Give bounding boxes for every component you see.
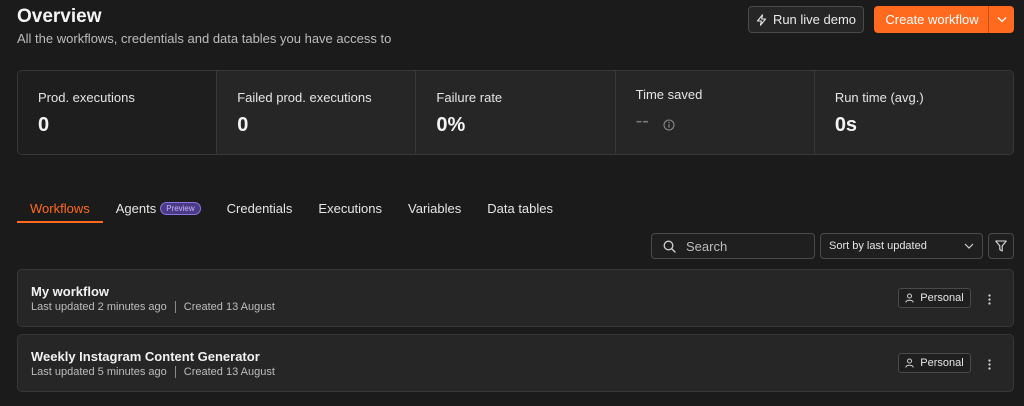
preview-badge: Preview	[160, 202, 201, 215]
stat-label: Failed prod. executions	[237, 90, 372, 105]
page-header: Overview All the workflows, credentials …	[17, 6, 391, 46]
run-live-demo-label: Run live demo	[772, 12, 857, 27]
workflow-card[interactable]: My workflow Last updated 2 minutes ago C…	[17, 269, 1014, 327]
stat-value: --	[635, 110, 649, 132]
tab-label: Variables	[408, 201, 462, 216]
info-icon[interactable]	[663, 118, 675, 131]
vertical-dots-icon	[987, 293, 991, 305]
search-box[interactable]	[651, 233, 815, 259]
owner-label: Personal	[920, 357, 964, 369]
workflow-name[interactable]: Weekly Instagram Content Generator	[31, 349, 260, 364]
tab-agents[interactable]: Agents Preview	[103, 196, 214, 223]
meta-divider	[174, 366, 176, 378]
owner-badge: Personal	[898, 288, 971, 308]
workflow-created: Created 13 August	[183, 301, 275, 313]
workflow-meta: Last updated 2 minutes ago Created 13 Au…	[31, 301, 275, 313]
create-workflow-button[interactable]: Create workflow	[874, 6, 1014, 33]
filter-button[interactable]	[988, 233, 1014, 259]
sort-select[interactable]: Sort by last updated	[820, 233, 983, 259]
stat-label: Time saved	[635, 87, 703, 102]
sort-value: Sort by last updated	[829, 240, 927, 252]
workflow-created: Created 13 August	[183, 366, 275, 378]
create-workflow-dropdown[interactable]	[988, 6, 1014, 33]
stat-value: 0%	[436, 114, 466, 136]
lightning-icon	[756, 13, 766, 26]
vertical-dots-icon	[987, 358, 991, 370]
stat-time-saved[interactable]: Time saved --	[614, 71, 814, 154]
meta-divider	[174, 301, 176, 313]
workflow-card[interactable]: Weekly Instagram Content Generator Last …	[17, 334, 1014, 392]
tab-variables[interactable]: Variables	[395, 196, 474, 223]
tab-executions[interactable]: Executions	[305, 196, 395, 223]
tab-data-tables[interactable]: Data tables	[474, 196, 566, 223]
stat-label: Failure rate	[436, 90, 503, 105]
stat-value-row: --	[636, 110, 794, 133]
stat-prod-executions[interactable]: Prod. executions 0	[18, 71, 217, 154]
search-input[interactable]	[686, 238, 796, 254]
tab-bar: Workflows Agents Preview Credentials Exe…	[17, 196, 566, 223]
tab-label: Executions	[318, 201, 383, 216]
stat-value: 0	[237, 114, 249, 136]
stat-run-time[interactable]: Run time (avg.) 0s	[813, 71, 1013, 154]
workflow-meta: Last updated 5 minutes ago Created 13 Au…	[31, 366, 275, 378]
chevron-down-icon	[997, 17, 1006, 23]
tab-credentials[interactable]: Credentials	[214, 196, 306, 223]
page-title: Overview	[17, 6, 102, 27]
tab-label: Data tables	[487, 201, 554, 216]
owner-badge: Personal	[898, 353, 971, 373]
create-workflow-main[interactable]: Create workflow	[874, 6, 988, 33]
stat-failed-prod-executions[interactable]: Failed prod. executions 0	[216, 71, 415, 154]
stats-panel: Prod. executions 0 Failed prod. executio…	[17, 70, 1014, 155]
stat-label: Run time (avg.)	[834, 90, 924, 105]
user-icon	[905, 358, 914, 368]
chevron-down-icon	[964, 243, 974, 249]
tab-label: Workflows	[30, 201, 90, 216]
create-workflow-label: Create workflow	[885, 12, 979, 27]
stat-label: Prod. executions	[38, 90, 135, 105]
owner-label: Personal	[920, 292, 964, 304]
run-live-demo-button[interactable]: Run live demo	[748, 6, 864, 33]
stat-value: 0	[38, 114, 50, 136]
search-icon	[663, 240, 676, 253]
workflow-name[interactable]: My workflow	[31, 284, 109, 299]
user-icon	[905, 293, 914, 303]
workflow-updated: Last updated 2 minutes ago	[31, 301, 167, 313]
stat-value: 0s	[834, 114, 858, 136]
stat-failure-rate[interactable]: Failure rate 0%	[415, 71, 614, 154]
card-menu-button[interactable]	[982, 355, 996, 373]
card-menu-button[interactable]	[982, 290, 996, 308]
page-subtitle: All the workflows, credentials and data …	[17, 31, 392, 46]
tab-label: Agents	[115, 201, 157, 216]
tab-workflows[interactable]: Workflows	[17, 196, 103, 223]
tab-label: Credentials	[226, 201, 293, 216]
filter-icon	[995, 240, 1007, 252]
workflow-updated: Last updated 5 minutes ago	[31, 366, 167, 378]
